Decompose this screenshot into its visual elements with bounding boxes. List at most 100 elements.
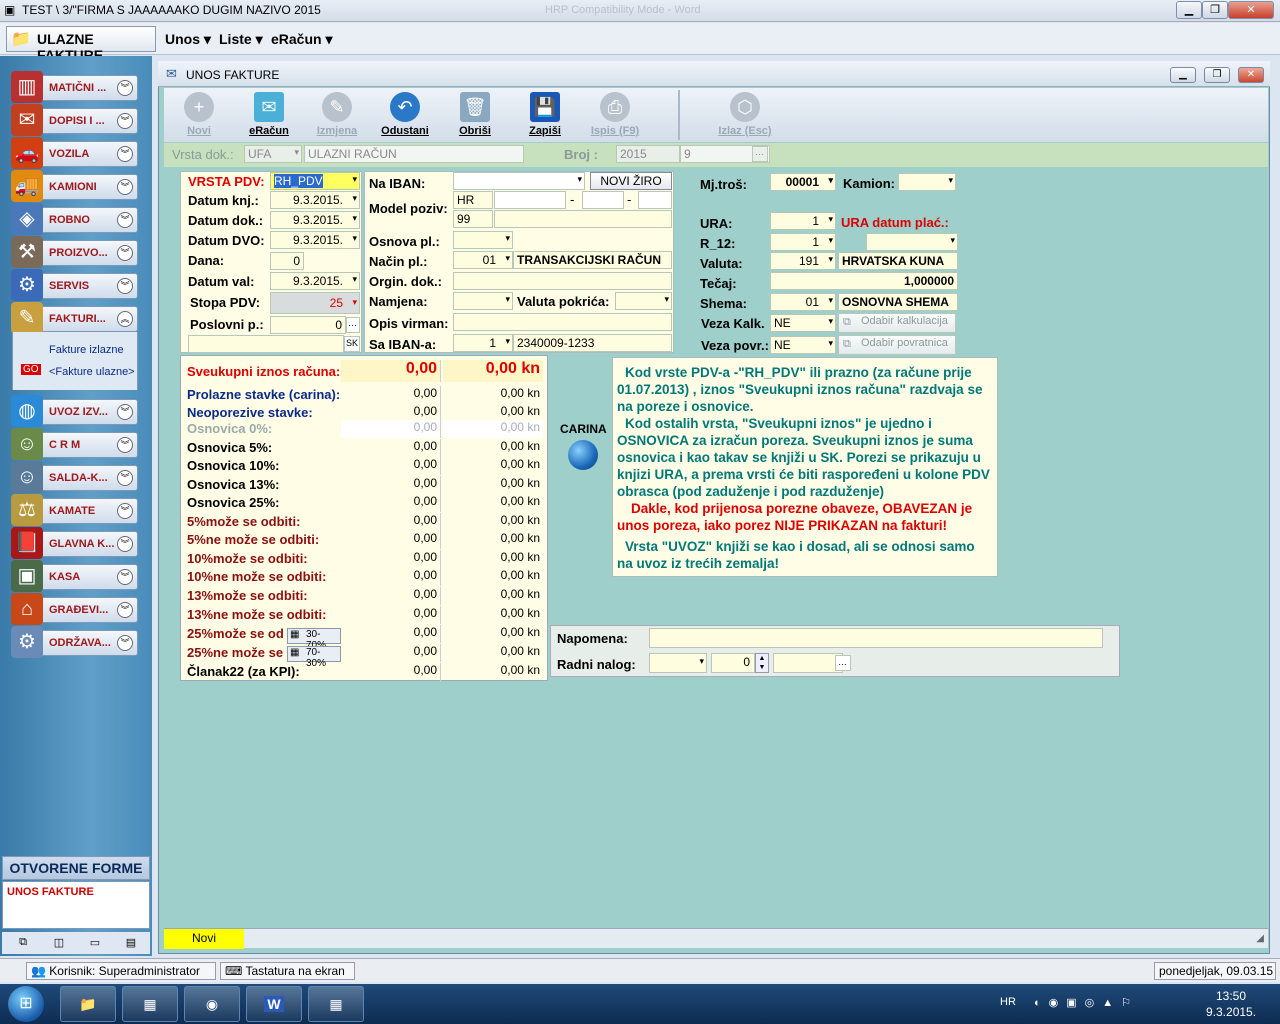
- amount-value-field[interactable]: 0,00: [341, 476, 441, 494]
- amount-value-field[interactable]: 0,00: [341, 513, 441, 531]
- kamion-select[interactable]: ▾: [898, 173, 956, 191]
- amount-value-field[interactable]: 0,00: [341, 550, 441, 568]
- stopa-pdv-select[interactable]: 25 ▾: [270, 292, 360, 314]
- model-99-field[interactable]: 99: [453, 210, 493, 228]
- chevron-down-icon[interactable]: ︾: [117, 113, 133, 129]
- opis-virman-field[interactable]: [453, 313, 672, 331]
- sidebar-item-robno[interactable]: ◈ ROBNO ︾: [11, 203, 138, 235]
- taskbar-app-1[interactable]: ▦: [122, 986, 178, 1022]
- chevron-down-icon[interactable]: ︾: [117, 635, 133, 651]
- chevron-down-icon[interactable]: ︾: [117, 536, 133, 552]
- r12-select[interactable]: 1 ▾: [770, 233, 836, 251]
- izlaz-button[interactable]: ⬡ Izlaz (Esc): [710, 88, 780, 142]
- sidebar-item-kasa[interactable]: ▣ KASA ︾: [11, 560, 138, 592]
- radni-nalog-browse-button[interactable]: …: [835, 655, 851, 671]
- eracun-button[interactable]: ✉ eRačun: [234, 88, 304, 142]
- form-restore-button[interactable]: ❐: [1204, 67, 1230, 83]
- menu-unos[interactable]: Unos ▾: [165, 31, 211, 48]
- sidebar-item-kamioni[interactable]: 🚚 KAMIONI ︾: [11, 170, 138, 202]
- poziv-part2-field[interactable]: [582, 191, 624, 209]
- start-button[interactable]: ⊞: [8, 986, 44, 1022]
- chevron-down-icon[interactable]: ︾: [117, 470, 133, 486]
- taskbar-browser[interactable]: ◉: [184, 986, 240, 1022]
- radni-nalog-spinner[interactable]: ▲ ▼: [755, 653, 769, 673]
- datum-dvo-field[interactable]: 9.3.2015. ▾: [270, 231, 360, 249]
- valuta-select[interactable]: 191 ▾: [770, 252, 836, 270]
- izmjena-button[interactable]: ✎ Izmjena: [302, 88, 372, 142]
- novi-ziro-button[interactable]: NOVI ŽIRO: [590, 172, 672, 190]
- namjena-select[interactable]: ▾: [453, 292, 513, 310]
- chevron-down-icon[interactable]: ︾: [117, 179, 133, 195]
- poziv-part3-field[interactable]: [638, 191, 672, 209]
- sidebar-item-salda-konti[interactable]: ☺ SALDA-K... ︾: [11, 461, 138, 493]
- ura-datum-field[interactable]: ▾: [866, 233, 958, 251]
- chevron-down-icon[interactable]: ︾: [117, 212, 133, 228]
- sidebar-item-crm[interactable]: ☺ C R M ︾: [11, 428, 138, 460]
- obrisi-button[interactable]: 🗑 Obriši: [440, 88, 510, 142]
- datum-dok-field[interactable]: 9.3.2015. ▾: [270, 211, 360, 229]
- amount-value-field[interactable]: 0,00: [341, 568, 441, 586]
- shema-select[interactable]: 01 ▾: [770, 293, 836, 311]
- cascade-icon[interactable]: ⧉: [14, 936, 32, 950]
- amount-value-field[interactable]: 0,00: [341, 663, 441, 681]
- chevron-down-icon[interactable]: ︾: [117, 437, 133, 453]
- odabir-povratnica-button[interactable]: ⧉ Odabir povratnica: [838, 335, 956, 355]
- veza-kalk-select[interactable]: NE ▾: [770, 314, 836, 332]
- tile-horizontal-icon[interactable]: ▭: [86, 936, 104, 950]
- onscreen-keyboard-button[interactable]: ⌨ Tastatura na ekran: [220, 962, 355, 980]
- model-hr-field[interactable]: HR: [453, 191, 493, 209]
- amount-value-field[interactable]: 0,00: [341, 494, 441, 512]
- language-indicator[interactable]: HR: [1000, 996, 1016, 1008]
- chevron-down-icon[interactable]: ︾: [117, 245, 133, 261]
- sidebar-item-dopisi[interactable]: ✉ DOPISI I ... ︾: [11, 104, 138, 136]
- osnova-pl-select[interactable]: ▾: [453, 231, 513, 249]
- orgin-dok-field[interactable]: [453, 272, 672, 290]
- datum-knj-field[interactable]: 9.3.2015. ▾: [270, 191, 360, 209]
- tray-icons[interactable]: ◐◉▣◎▲⚐: [1034, 996, 1139, 1009]
- tile-vertical-icon[interactable]: ◫: [50, 936, 68, 950]
- amount-value-field[interactable]: 0,00: [341, 457, 441, 475]
- taskbar-app-2[interactable]: ▦: [308, 986, 364, 1022]
- globe-icon[interactable]: [568, 440, 598, 470]
- vrsta-dok-select[interactable]: UFA ▾: [244, 145, 302, 163]
- poslovni-browse-button[interactable]: …: [346, 317, 360, 333]
- sidebar-item-fakturiranje[interactable]: ✎ FAKTURI... ︽: [11, 302, 138, 334]
- sk-button[interactable]: SK: [344, 336, 360, 352]
- amount-value-field[interactable]: 0,00: [341, 386, 441, 404]
- novi-button[interactable]: + Novi: [164, 88, 234, 142]
- amount-value-field[interactable]: 0,00: [341, 606, 441, 624]
- chevron-down-icon[interactable]: ︾: [117, 602, 133, 618]
- poslovni-name-field[interactable]: [188, 335, 344, 353]
- chevron-down-icon[interactable]: ︾: [117, 569, 133, 585]
- window-list-icon[interactable]: ▤: [122, 936, 140, 950]
- sa-iban-select[interactable]: 1 ▾: [453, 334, 513, 352]
- radni-nalog-select[interactable]: ▾: [649, 653, 707, 673]
- poziv-na-broj-field[interactable]: [494, 210, 672, 228]
- mj-tros-select[interactable]: 00001 ▾: [770, 173, 836, 191]
- sidebar-item-maticni[interactable]: ▥ MATIČNI ... ︾: [11, 71, 138, 103]
- amount-value-field[interactable]: 0,00: [341, 587, 441, 605]
- taskbar-explorer[interactable]: 📁: [60, 986, 116, 1022]
- veza-povr-select[interactable]: NE ▾: [770, 336, 836, 354]
- restore-button[interactable]: ❐: [1202, 1, 1228, 19]
- amount-value-field[interactable]: 0,00: [341, 420, 441, 438]
- amount-value-field[interactable]: 0,00: [341, 625, 441, 643]
- radni-nalog-text[interactable]: [773, 653, 843, 673]
- odustani-button[interactable]: ↶ Odustani: [370, 88, 440, 142]
- amount-value-field[interactable]: 0,00: [341, 439, 441, 457]
- open-form-unos-fakture[interactable]: UNOS FAKTURE: [7, 886, 94, 898]
- poziv-part1-field[interactable]: [494, 191, 566, 209]
- radni-nalog-number[interactable]: 0: [711, 653, 755, 673]
- form-close-button[interactable]: ✕: [1238, 67, 1264, 83]
- ura-select[interactable]: 1 ▾: [770, 212, 836, 230]
- close-button[interactable]: ✕: [1228, 1, 1274, 19]
- chevron-down-icon[interactable]: ︾: [117, 278, 133, 294]
- resize-grip-icon[interactable]: ◢: [1256, 933, 1264, 944]
- chevron-up-icon[interactable]: ︽: [117, 311, 133, 327]
- menu-liste[interactable]: Liste ▾: [219, 31, 263, 48]
- broj-browse-button[interactable]: …: [752, 146, 768, 162]
- dana-field[interactable]: 0: [270, 252, 304, 270]
- vrsta-pdv-select[interactable]: RH_PDV ▾: [270, 172, 360, 190]
- chevron-down-icon[interactable]: ︾: [117, 80, 133, 96]
- sidebar-item-gradevinarstvo[interactable]: ⌂ GRAĐEVI... ︾: [11, 593, 138, 625]
